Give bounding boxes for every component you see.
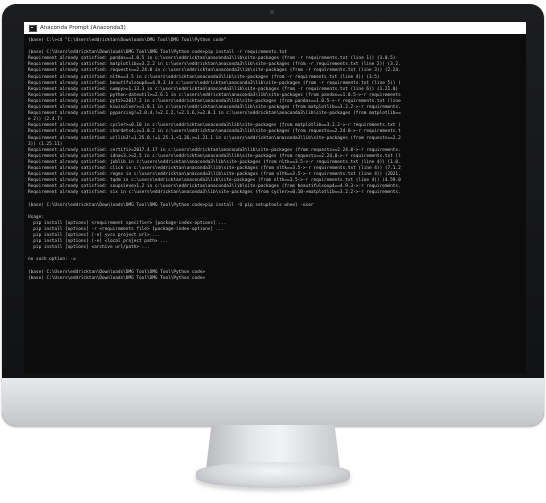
terminal-icon	[29, 24, 37, 32]
monitor-chin	[2, 378, 544, 426]
window-title: Anaconda Prompt (Anaconda3)	[40, 25, 126, 31]
console-line: (base) C:\Users\eddricktan\Downloads\DMG…	[28, 275, 206, 281]
window-titlebar[interactable]: Anaconda Prompt (Anaconda3)	[24, 22, 526, 34]
console-output[interactable]: (base) C:\>cd "C:\Users\eddricktan\Downl…	[24, 34, 526, 282]
monitor: Anaconda Prompt (Anaconda3) (base) C:\>c…	[2, 4, 544, 426]
screen: Anaconda Prompt (Anaconda3) (base) C:\>c…	[24, 22, 526, 374]
monitor-stand-base	[196, 462, 350, 488]
webcam	[270, 10, 274, 14]
